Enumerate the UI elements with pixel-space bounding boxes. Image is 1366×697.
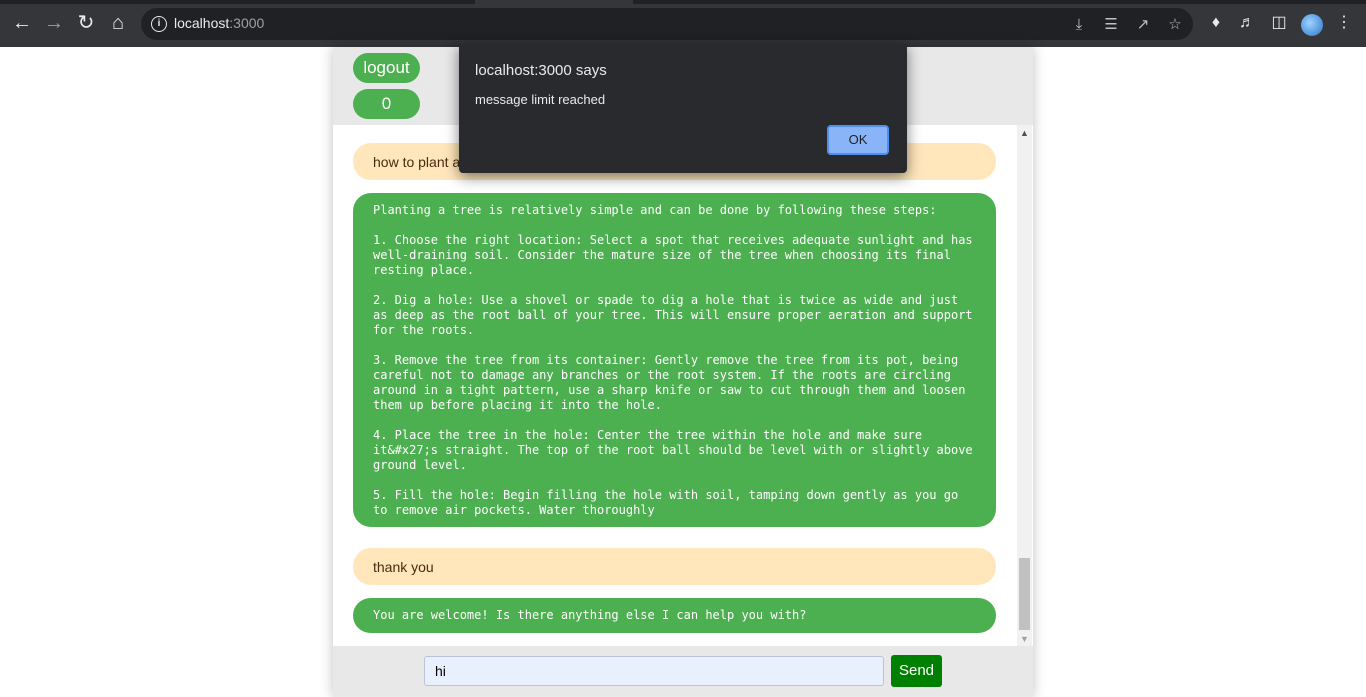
forward-arrow-icon[interactable]: → [43,12,65,34]
bot-message: You are welcome! Is there anything else … [353,598,996,633]
message-input[interactable]: hi [424,656,884,686]
translate-icon[interactable]: ☰ [1102,16,1120,34]
send-button[interactable]: Send [891,655,942,687]
browser-toolbar: ← → ↻ ⌂ i localhost:3000 ⤓ ☰ ↗ ☆ ♦ ♬ ◫ ⋮ [0,0,1366,47]
logout-button[interactable]: logout [353,53,420,83]
back-arrow-icon[interactable]: ← [11,12,33,34]
site-info-icon[interactable]: i [151,16,167,32]
chat-messages[interactable]: how to plant a tree Planting a tree is r… [333,125,1017,646]
tab-strip [0,0,1366,4]
profile-avatar[interactable] [1301,14,1323,36]
scrollbar-thumb[interactable] [1019,558,1030,630]
active-tab[interactable] [475,0,633,4]
extensions-icon[interactable]: ♦ [1206,13,1226,33]
reload-icon[interactable]: ↻ [75,12,97,34]
scroll-down-arrow-icon[interactable]: ▼ [1020,635,1029,644]
scroll-up-arrow-icon[interactable]: ▲ [1020,129,1029,138]
bookmark-star-icon[interactable]: ☆ [1166,16,1184,34]
chat-scrollbar[interactable]: ▲ ▼ [1017,125,1032,646]
ok-button[interactable]: OK [827,125,889,155]
address-bar[interactable]: i localhost:3000 ⤓ ☰ ↗ ☆ [141,8,1193,40]
install-icon[interactable]: ⤓ [1070,16,1088,34]
side-panel-icon[interactable]: ◫ [1269,13,1289,33]
menu-kebab-icon[interactable]: ⋮ [1334,13,1354,33]
bot-message: Planting a tree is relatively simple and… [353,193,996,527]
alert-dialog: localhost:3000 says message limit reache… [459,43,907,173]
user-message: thank you [353,548,996,585]
home-icon[interactable]: ⌂ [107,12,129,34]
media-controls-icon[interactable]: ♬ [1237,13,1257,33]
url-text: localhost:3000 [174,15,265,31]
dialog-message: message limit reached [475,92,606,107]
composer: hi Send [333,646,1033,697]
message-count-badge: 0 [353,89,420,119]
dialog-title: localhost:3000 says [475,62,607,79]
share-icon[interactable]: ↗ [1134,16,1152,34]
